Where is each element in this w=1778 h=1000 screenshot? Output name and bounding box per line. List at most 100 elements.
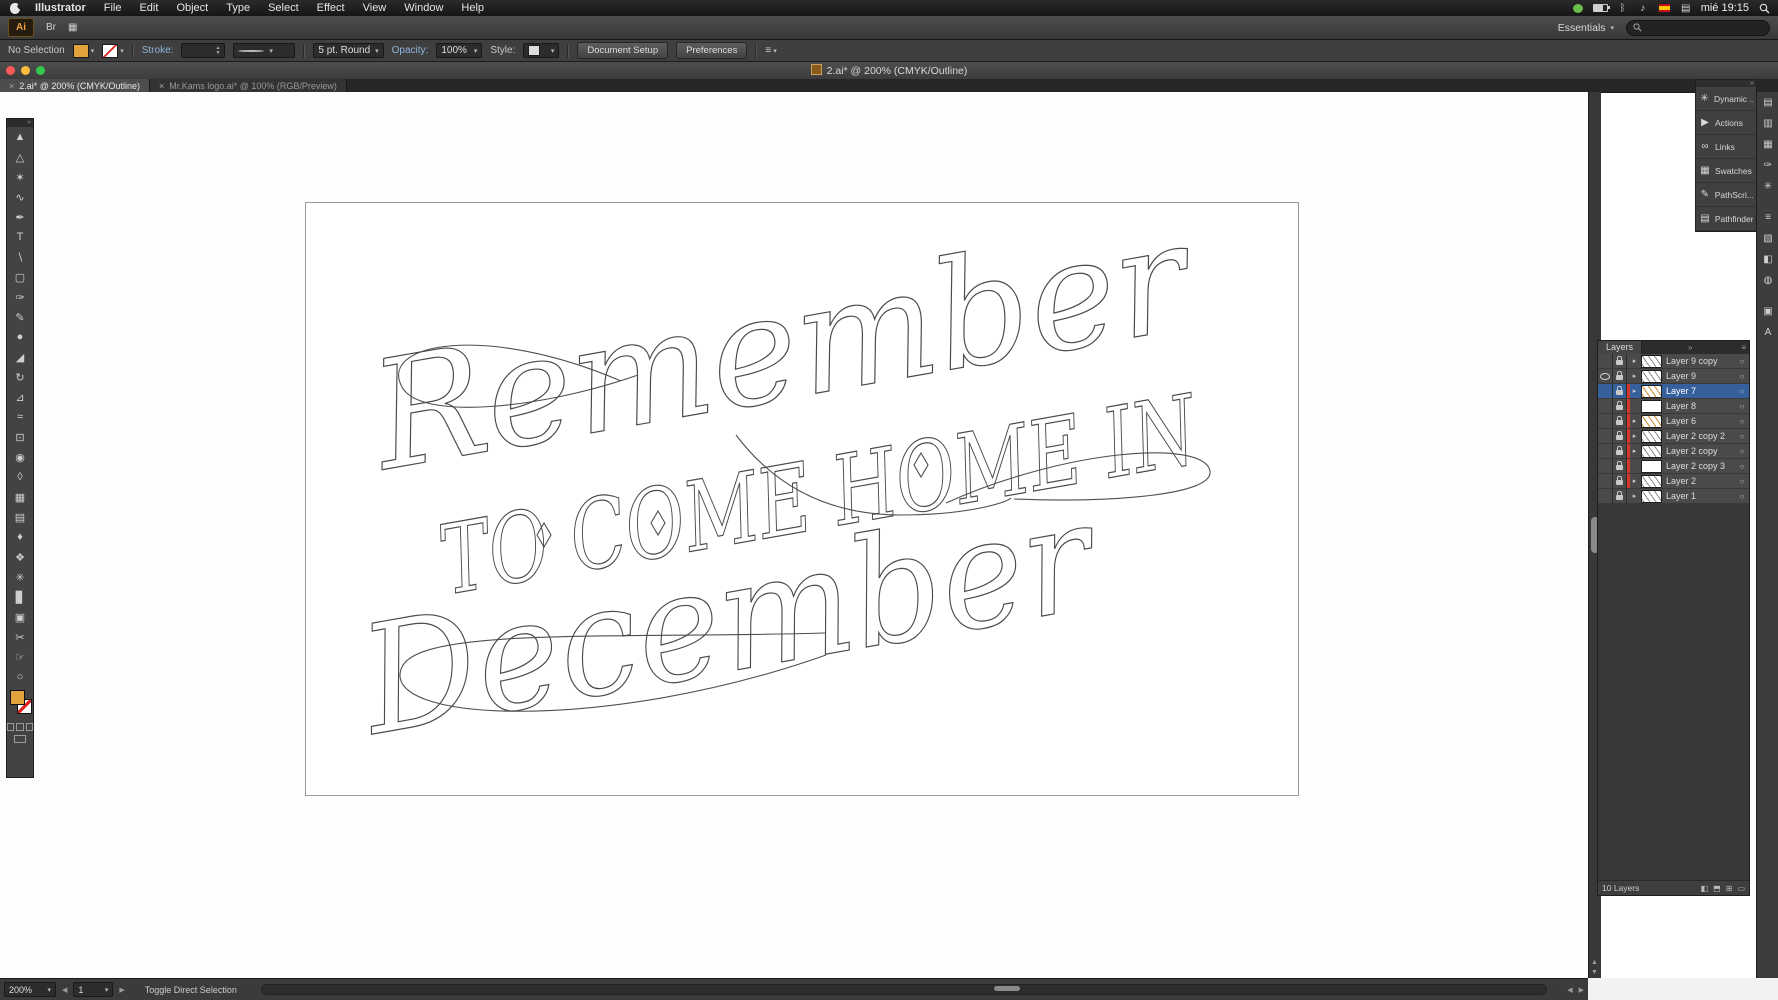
appearance-target-icon[interactable]: ○: [1735, 447, 1749, 456]
paintbrush-tool-icon[interactable]: ✑: [7, 287, 33, 307]
hand-tool-icon[interactable]: ☞: [7, 647, 33, 667]
lock-toggle[interactable]: [1613, 369, 1627, 383]
appearance-target-icon[interactable]: ○: [1735, 372, 1749, 381]
fill-well-icon[interactable]: [10, 690, 25, 705]
panel-collapse-icon[interactable]: »: [1685, 343, 1695, 352]
battery-icon[interactable]: [1592, 4, 1610, 12]
symbol-sprayer-tool-icon[interactable]: ✳: [7, 567, 33, 587]
close-tab-icon[interactable]: ×: [159, 81, 164, 91]
layer-name[interactable]: Layer 2: [1664, 476, 1735, 486]
lock-toggle[interactable]: [1613, 354, 1627, 368]
dock-panel-links[interactable]: ∞ Links: [1696, 135, 1756, 159]
line-segment-tool-icon[interactable]: ∖: [7, 247, 33, 267]
opacity-label[interactable]: Opacity:: [392, 45, 429, 56]
workspace-switcher[interactable]: Essentials ▾: [1558, 22, 1614, 34]
graphic-styles-panel-icon[interactable]: ▣: [1757, 301, 1778, 322]
stepper-icon[interactable]: ▲ ▼: [215, 45, 220, 56]
mesh-tool-icon[interactable]: ▦: [7, 487, 33, 507]
blob-brush-tool-icon[interactable]: ●: [7, 327, 33, 347]
menu-item[interactable]: View: [354, 0, 396, 16]
lasso-tool-icon[interactable]: ∿: [7, 187, 33, 207]
width-tool-icon[interactable]: ≈: [7, 407, 33, 427]
selection-tool-icon[interactable]: ▲: [7, 127, 33, 147]
layer-name[interactable]: Layer 2 copy: [1664, 446, 1735, 456]
layer-thumbnail[interactable]: [1641, 399, 1662, 413]
appearance-target-icon[interactable]: ○: [1735, 417, 1749, 426]
expand-triangle-icon[interactable]: ▸: [1630, 492, 1639, 500]
magic-wand-tool-icon[interactable]: ✶: [7, 167, 33, 187]
drawing-modes[interactable]: [7, 721, 33, 733]
pen-tool-icon[interactable]: ✒: [7, 207, 33, 227]
artboard-tool-icon[interactable]: ▣: [7, 607, 33, 627]
display-icon[interactable]: ▤: [1681, 3, 1691, 14]
screen-mode[interactable]: [7, 733, 33, 745]
delete-layer-icon[interactable]: ▭: [1737, 884, 1745, 893]
layers-panel-tab[interactable]: Layers: [1598, 341, 1643, 354]
layer-name[interactable]: Layer 9: [1664, 371, 1735, 381]
lock-toggle[interactable]: [1613, 474, 1627, 488]
scroll-left-icon[interactable]: ◀: [1567, 986, 1572, 994]
fill-color-widget[interactable]: ▾: [72, 43, 94, 58]
panel-menu-icon[interactable]: ≡: [1738, 343, 1749, 352]
layer-row[interactable]: ▸ Layer 9 copy ○: [1598, 354, 1749, 369]
expand-triangle-icon[interactable]: ▸: [1630, 447, 1639, 455]
layer-row[interactable]: ▸ Layer 7 ○: [1598, 384, 1749, 399]
expand-triangle-icon[interactable]: ▸: [1630, 387, 1639, 395]
layer-row[interactable]: ▸ Layer 2 copy 2 ○: [1598, 429, 1749, 444]
dock-panel-dynamic[interactable]: ✳ Dynamic ...: [1696, 87, 1756, 111]
layer-row[interactable]: ▸Layer 2 copy 3○: [1598, 459, 1749, 474]
menu-item[interactable]: File: [95, 0, 131, 16]
layer-name[interactable]: Layer 2 copy 2: [1664, 431, 1735, 441]
appearance-panel-icon[interactable]: ◍: [1757, 270, 1778, 291]
artboard-navigation-field[interactable]: 1 ▾: [73, 982, 114, 997]
layer-thumbnail[interactable]: [1641, 354, 1662, 368]
column-graph-tool-icon[interactable]: ▊: [7, 587, 33, 607]
swatches-panel-icon[interactable]: ▦: [1757, 134, 1778, 155]
layer-name[interactable]: Layer 8: [1664, 401, 1735, 411]
draw-inside-icon[interactable]: [25, 723, 33, 731]
pencil-tool-icon[interactable]: ✎: [7, 307, 33, 327]
layer-thumbnail[interactable]: [1641, 429, 1662, 443]
stroke-weight-field[interactable]: ▲ ▼: [181, 43, 226, 58]
visibility-toggle[interactable]: [1598, 399, 1613, 413]
dock-collapse-icon[interactable]: »: [1696, 80, 1756, 87]
menu-item[interactable]: Edit: [130, 0, 167, 16]
align-options-widget[interactable]: ≡ ▾: [765, 45, 776, 56]
appearance-target-icon[interactable]: ○: [1735, 402, 1749, 411]
free-transform-tool-icon[interactable]: ⊡: [7, 427, 33, 447]
tools-panel-collapse-icon[interactable]: »: [7, 119, 33, 127]
visibility-toggle[interactable]: [1598, 429, 1613, 443]
dock-panel-actions[interactable]: ▶ Actions: [1696, 111, 1756, 135]
visibility-toggle[interactable]: [1598, 474, 1613, 488]
bluetooth-icon[interactable]: ᛒ: [1618, 3, 1628, 14]
menu-item[interactable]: Object: [167, 0, 217, 16]
zoom-tool-icon[interactable]: ○: [7, 667, 33, 687]
color-panel-icon[interactable]: ▤: [1757, 92, 1778, 113]
horizontal-scrollbar[interactable]: [260, 984, 1548, 995]
green-app-icon[interactable]: [1572, 3, 1583, 13]
fill-stroke-wells[interactable]: [7, 687, 33, 721]
preferences-button[interactable]: Preferences: [676, 42, 748, 59]
previous-artboard-icon[interactable]: ◀: [62, 986, 67, 994]
scroll-up-icon[interactable]: ▲: [1591, 959, 1598, 966]
window-title-bar[interactable]: 2.ai* @ 200% (CMYK/Outline): [0, 62, 1778, 80]
dock-panel-pathfinder[interactable]: ▤ Pathfinder: [1696, 207, 1756, 231]
close-tab-icon[interactable]: ×: [9, 81, 14, 91]
new-layer-icon[interactable]: ⊞: [1726, 884, 1733, 893]
make-clipping-mask-icon[interactable]: ◧: [1701, 884, 1709, 893]
direct-selection-tool-icon[interactable]: △: [7, 147, 33, 167]
layer-thumbnail[interactable]: [1641, 414, 1662, 428]
document-canvas[interactable]: Remember TO COME HOME IN December: [0, 92, 1588, 978]
appearance-target-icon[interactable]: ○: [1735, 357, 1749, 366]
spotlight-search-icon[interactable]: [1759, 3, 1770, 14]
apple-menu-icon[interactable]: [10, 2, 20, 14]
layer-thumbnail[interactable]: [1641, 444, 1662, 458]
lock-toggle[interactable]: [1613, 459, 1627, 473]
appearance-target-icon[interactable]: ○: [1735, 492, 1749, 501]
character-panel-icon[interactable]: A: [1757, 322, 1778, 343]
expand-triangle-icon[interactable]: ▸: [1630, 372, 1639, 380]
lock-toggle[interactable]: [1613, 489, 1627, 503]
screen-mode-icon[interactable]: [14, 735, 26, 743]
new-sublayer-icon[interactable]: ⬒: [1713, 884, 1721, 893]
layer-name[interactable]: Layer 1: [1664, 491, 1735, 501]
